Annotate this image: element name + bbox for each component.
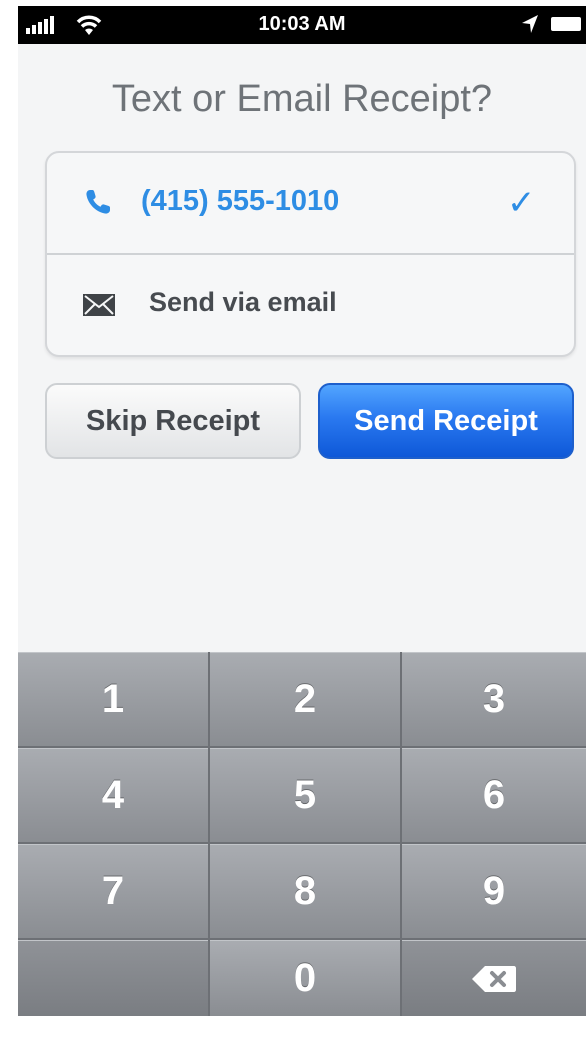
key-3[interactable]: 3: [402, 652, 586, 746]
checkmark-icon: ✓: [507, 183, 536, 223]
key-1[interactable]: 1: [18, 652, 208, 746]
page-title: Text or Email Receipt?: [111, 78, 493, 120]
key-2[interactable]: 2: [210, 652, 400, 746]
key-4[interactable]: 4: [18, 748, 208, 842]
location-arrow-icon: [522, 15, 538, 33]
send-via-email-label: Send via email: [149, 287, 337, 317]
key-6[interactable]: 6: [402, 748, 586, 842]
skip-receipt-button[interactable]: Skip Receipt: [45, 383, 301, 459]
phone-screen: 10:03 AM Text or Email Receipt? (415) 55…: [18, 6, 586, 1016]
key-blank: [18, 940, 208, 1016]
battery-icon: [551, 17, 581, 31]
phone-number-label: (415) 555-1010: [141, 185, 340, 217]
delete-key[interactable]: [402, 940, 586, 1016]
phone-option[interactable]: (415) 555-1010 ✓: [47, 153, 574, 253]
numeric-keypad: 1 2 3 4 5 6 7 8 9 0: [18, 652, 586, 1016]
backspace-icon: [472, 965, 516, 992]
phone-icon: [86, 190, 110, 214]
key-8[interactable]: 8: [210, 844, 400, 938]
send-receipt-button[interactable]: Send Receipt: [318, 383, 574, 459]
key-5[interactable]: 5: [210, 748, 400, 842]
key-0[interactable]: 0: [210, 940, 400, 1016]
status-bar: 10:03 AM: [18, 6, 586, 44]
receipt-option-list: (415) 555-1010 ✓ Send via email: [45, 151, 576, 357]
envelope-icon: [83, 294, 115, 316]
email-option[interactable]: Send via email: [47, 254, 574, 354]
key-7[interactable]: 7: [18, 844, 208, 938]
key-9[interactable]: 9: [402, 844, 586, 938]
status-time: 10:03 AM: [258, 13, 346, 35]
